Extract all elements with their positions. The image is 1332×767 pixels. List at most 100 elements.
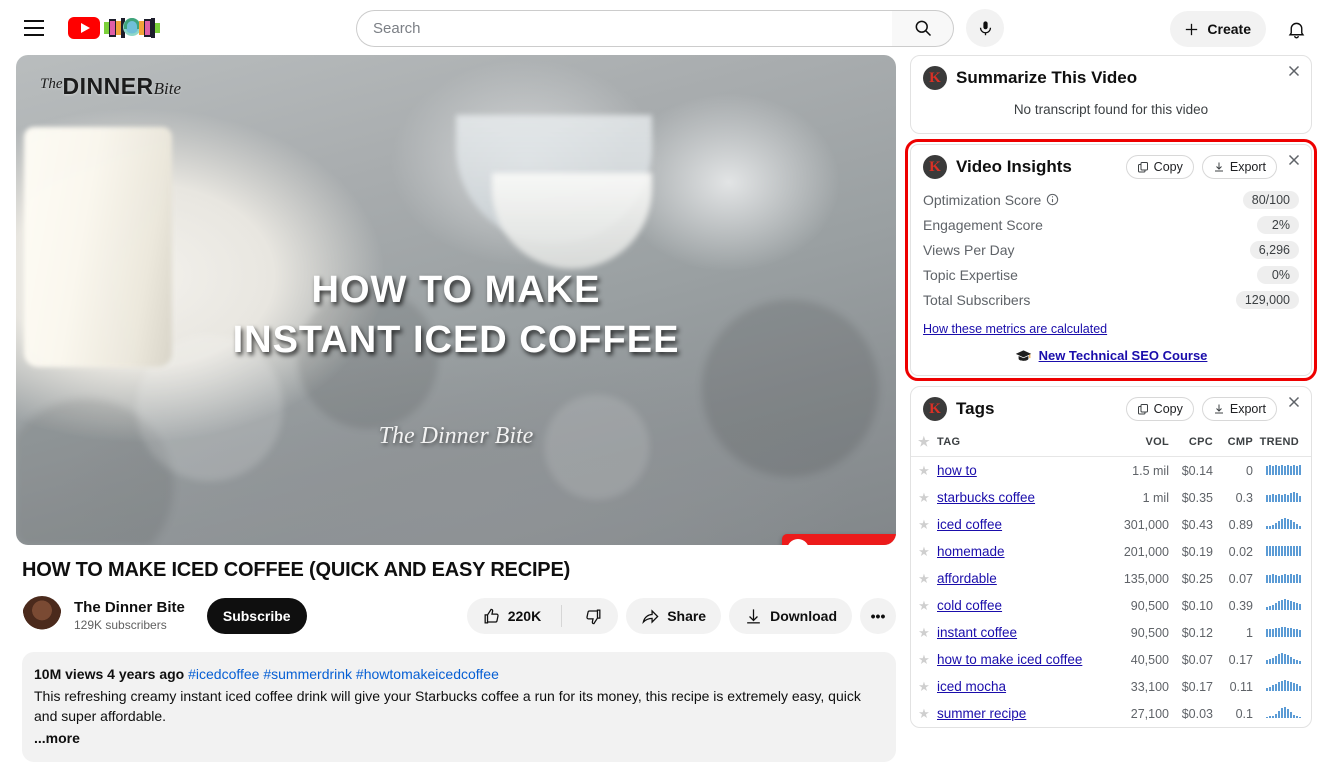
info-icon[interactable] xyxy=(1046,193,1059,206)
like-button[interactable]: 220K xyxy=(467,598,554,634)
tag-link[interactable]: summer recipe xyxy=(937,706,1026,721)
tag-trend-sparkline xyxy=(1253,511,1311,538)
tag-link[interactable]: iced mocha xyxy=(937,679,1006,694)
thumbnail-bowl-front xyxy=(492,173,652,269)
search-input[interactable] xyxy=(373,19,892,37)
insights-header: K Video Insights Copy Export xyxy=(911,145,1311,187)
tag-cpc: $0.25 xyxy=(1181,571,1213,586)
tags-close-icon[interactable] xyxy=(1285,393,1303,411)
search-button[interactable] xyxy=(892,9,954,47)
insights-metric-label: Total Subscribers xyxy=(923,292,1030,308)
youtube-doodle-icon[interactable] xyxy=(104,15,160,41)
copy-icon xyxy=(1137,162,1148,173)
tag-link[interactable]: iced coffee xyxy=(937,517,1002,532)
tag-favorite-star[interactable]: ★ xyxy=(911,457,937,485)
tag-favorite-star[interactable]: ★ xyxy=(911,592,937,619)
insights-metrics-list: Optimization Score 80/100 Engagement Score… xyxy=(911,187,1311,312)
tags-export-button[interactable]: Export xyxy=(1201,397,1277,421)
download-button[interactable]: Download xyxy=(729,598,852,634)
tags-header-cmp[interactable]: CMP xyxy=(1213,429,1253,457)
dislike-button[interactable] xyxy=(569,598,618,634)
tags-header-tag[interactable]: TAG xyxy=(937,429,1103,457)
tag-link[interactable]: cold coffee xyxy=(937,598,1002,613)
tags-panel: K Tags Copy Export ★ TAG VOL CPC CMP TRE… xyxy=(910,386,1312,728)
video-player[interactable]: TheDINNERBite HOW TO MAKE INSTANT ICED C… xyxy=(16,55,896,545)
search-area xyxy=(356,9,1004,47)
tag-favorite-star[interactable]: ★ xyxy=(911,700,937,727)
description-hashtags[interactable]: #icedcoffee #summerdrink #howtomakeicedc… xyxy=(188,666,499,682)
summarize-close-icon[interactable] xyxy=(1285,62,1303,80)
tag-favorite-star[interactable]: ★ xyxy=(911,673,937,700)
create-button[interactable]: Create xyxy=(1170,11,1266,47)
tag-favorite-star[interactable]: ★ xyxy=(911,484,937,511)
export-icon xyxy=(1214,162,1223,172)
tag-trend-sparkline xyxy=(1253,484,1311,511)
overlay-line-2: INSTANT ICED COFFEE xyxy=(232,319,680,361)
tags-header-star[interactable]: ★ xyxy=(911,429,937,457)
tags-header-trend[interactable]: TREND xyxy=(1253,429,1311,457)
channel-avatar[interactable] xyxy=(22,596,62,636)
tag-competition: 0.07 xyxy=(1228,571,1253,586)
more-actions-button[interactable]: ••• xyxy=(860,598,896,634)
tag-trend-sparkline xyxy=(1253,700,1311,727)
search-icon xyxy=(915,20,931,37)
tags-header-cpc[interactable]: CPC xyxy=(1169,429,1213,457)
channel-name[interactable]: The Dinner Bite xyxy=(74,598,185,617)
tag-cpc: $0.35 xyxy=(1181,490,1213,505)
video-title: HOW TO MAKE ICED COFFEE (QUICK AND EASY … xyxy=(22,559,571,581)
hamburger-menu-icon[interactable] xyxy=(14,8,54,48)
tag-link[interactable]: starbucks coffee xyxy=(937,490,1035,505)
thumbs-up-icon xyxy=(484,608,499,623)
tag-link[interactable]: homemade xyxy=(937,544,1005,559)
tag-competition: 0.17 xyxy=(1228,652,1253,667)
tags-copy-button[interactable]: Copy xyxy=(1125,397,1194,421)
insights-metric-row: Topic Expertise 0% xyxy=(911,262,1311,287)
tag-name-cell: cold coffee xyxy=(937,592,1103,619)
tag-favorite-star[interactable]: ★ xyxy=(911,619,937,646)
tag-trend-sparkline xyxy=(1253,646,1311,673)
tag-volume: 27,100 xyxy=(1130,706,1169,721)
tag-cpc: $0.19 xyxy=(1181,544,1213,559)
metrics-explanation-link[interactable]: How these metrics are calculated xyxy=(923,322,1311,336)
tags-table: ★ TAG VOL CPC CMP TREND ★ how to 1.5 mil $0… xyxy=(911,429,1311,727)
voice-search-button[interactable] xyxy=(966,9,1004,47)
tag-favorite-star[interactable]: ★ xyxy=(911,511,937,538)
tag-name-cell: homemade xyxy=(937,538,1103,565)
tag-cpc: $0.03 xyxy=(1181,706,1213,721)
tag-link[interactable]: how to xyxy=(937,463,977,478)
tag-favorite-star[interactable]: ★ xyxy=(911,646,937,673)
star-icon: ★ xyxy=(918,462,930,478)
tag-competition: 0 xyxy=(1246,463,1253,478)
plus-icon xyxy=(1186,23,1198,35)
share-arrow-icon xyxy=(642,608,659,624)
tag-link[interactable]: how to make iced coffee xyxy=(937,652,1082,667)
subscribe-button[interactable]: Subscribe xyxy=(206,598,307,634)
tags-header-vol[interactable]: VOL xyxy=(1103,429,1169,457)
tag-favorite-star[interactable]: ★ xyxy=(911,565,937,592)
insights-close-icon[interactable] xyxy=(1285,151,1303,169)
tag-favorite-star[interactable]: ★ xyxy=(911,538,937,565)
notifications-button[interactable] xyxy=(1276,9,1316,49)
insights-metric-value: 6,296 xyxy=(1249,240,1299,259)
keywords-everywhere-logo-icon: K xyxy=(923,155,947,179)
search-box[interactable] xyxy=(356,9,892,47)
subscribe-overlay-button[interactable]: SUBSCRIBE xyxy=(782,534,896,545)
video-description[interactable]: 10M views 4 years ago #icedcoffee #summe… xyxy=(22,652,896,762)
tag-name-cell: affordable xyxy=(937,565,1103,592)
tags-table-row: ★ how to make iced coffee 40,500 $0.07 0.17 xyxy=(911,646,1311,673)
tag-link[interactable]: affordable xyxy=(937,571,997,586)
tag-name-cell: how to xyxy=(937,457,1103,485)
tag-link[interactable]: instant coffee xyxy=(937,625,1017,640)
tag-trend-sparkline xyxy=(1253,457,1311,485)
youtube-logo[interactable] xyxy=(68,15,160,41)
tags-export-label: Export xyxy=(1229,402,1266,416)
seo-course-link[interactable]: New Technical SEO Course xyxy=(1039,348,1208,363)
insights-export-button[interactable]: Export xyxy=(1201,155,1277,179)
channel-subscriber-count: 129K subscribers xyxy=(74,618,167,632)
description-more-button[interactable]: ...more xyxy=(34,728,884,748)
tags-table-row: ★ cold coffee 90,500 $0.10 0.39 xyxy=(911,592,1311,619)
share-button[interactable]: Share xyxy=(626,598,722,634)
insights-copy-button[interactable]: Copy xyxy=(1125,155,1194,179)
tag-volume: 1 mil xyxy=(1142,490,1169,505)
keywords-everywhere-logo-icon: K xyxy=(923,66,947,90)
